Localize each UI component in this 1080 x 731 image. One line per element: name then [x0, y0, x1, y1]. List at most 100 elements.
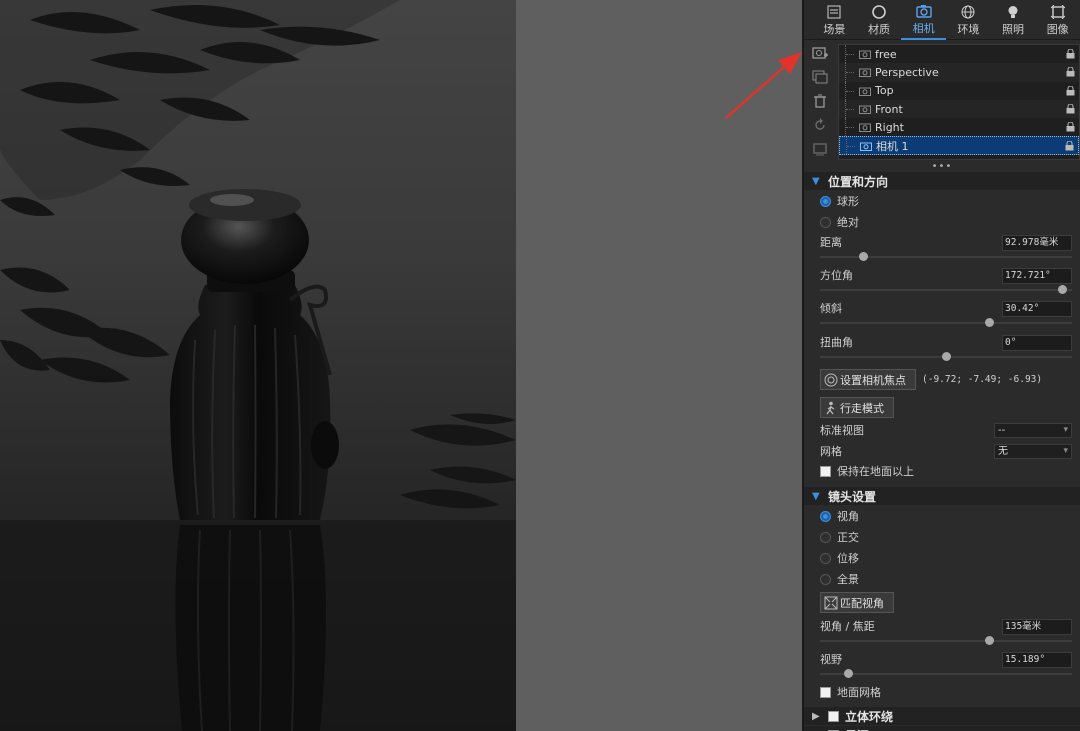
- annotation-arrow: [725, 52, 802, 119]
- camera-name: Right: [875, 120, 904, 134]
- duplicate-camera-button[interactable]: [804, 65, 836, 89]
- lock-icon[interactable]: [1066, 103, 1075, 114]
- distance-slider[interactable]: [820, 252, 1072, 262]
- lock-icon[interactable]: [1066, 49, 1075, 59]
- section-position[interactable]: ▼ 位置和方向: [804, 172, 1080, 190]
- checkbox[interactable]: [820, 465, 831, 477]
- camera-name: Top: [875, 84, 894, 98]
- tab-image[interactable]: 图像: [1035, 0, 1080, 40]
- twist-input[interactable]: 0°: [1002, 335, 1072, 351]
- ground-grid-checkbox[interactable]: 地面网格: [820, 684, 881, 700]
- checkbox-label: 地面网格: [837, 686, 881, 699]
- tilt-input[interactable]: 30.42°: [1002, 301, 1072, 317]
- radio-button[interactable]: [820, 573, 831, 585]
- render-viewport[interactable]: [0, 0, 516, 731]
- tree-connector: [845, 45, 855, 64]
- set-focus-button[interactable]: 设置相机焦点: [820, 369, 916, 390]
- delete-icon: [814, 94, 826, 108]
- tab-camera[interactable]: 相机: [901, 0, 947, 40]
- focal-slider[interactable]: [820, 636, 1072, 646]
- tab-label: 环境: [957, 22, 980, 36]
- lock-icon[interactable]: [1066, 122, 1075, 132]
- camera-icon: [859, 123, 871, 133]
- camera-name: free: [875, 47, 897, 61]
- focal-length-input[interactable]: 135毫米: [1002, 619, 1072, 635]
- section-next[interactable]: ▼ 景深: [804, 726, 1080, 731]
- fov-slider[interactable]: [820, 669, 1072, 679]
- slider-thumb[interactable]: [1057, 285, 1067, 294]
- distance-input[interactable]: 92.978毫米: [1002, 235, 1072, 251]
- azimuth-label: 方位角: [820, 269, 853, 282]
- keep-above-ground-checkbox[interactable]: 保持在地面以上: [820, 463, 914, 479]
- section-title: 立体环绕: [845, 709, 894, 724]
- lock-icon[interactable]: [1066, 85, 1075, 96]
- slider-track: [820, 256, 1072, 258]
- section-lens[interactable]: ▼ 镜头设置: [804, 487, 1080, 505]
- camera-list-item[interactable]: Right: [839, 118, 1079, 137]
- slider-thumb[interactable]: [984, 318, 994, 327]
- radio-fov[interactable]: 视角: [820, 507, 859, 525]
- slider-thumb[interactable]: [984, 636, 994, 645]
- camera-name: Front: [875, 102, 903, 116]
- material-icon: [870, 4, 888, 20]
- section-title: 景深: [845, 727, 869, 731]
- tab-lighting[interactable]: 照明: [991, 0, 1036, 40]
- radio-panorama[interactable]: 全景: [820, 570, 859, 588]
- lighting-icon: [1004, 4, 1022, 20]
- reset-camera-button[interactable]: [804, 113, 836, 137]
- checkbox[interactable]: [820, 686, 831, 698]
- radio-orthographic[interactable]: 正交: [820, 528, 859, 546]
- camera-icon: [859, 68, 871, 78]
- lock-icon[interactable]: [1066, 67, 1075, 77]
- camera-list-item[interactable]: Front: [839, 99, 1079, 119]
- camera-icon: [859, 105, 871, 115]
- standard-view-select[interactable]: --: [994, 423, 1072, 438]
- section-stereo[interactable]: ▶ 立体环绕: [804, 707, 1080, 725]
- walk-icon: [824, 401, 838, 415]
- camera-icon: [859, 50, 871, 60]
- more-indicator[interactable]: •••: [804, 162, 1080, 172]
- fov-label: 视野: [820, 653, 842, 666]
- radio-button[interactable]: [820, 216, 831, 228]
- slider-track: [820, 640, 1072, 642]
- radio-button[interactable]: [820, 195, 831, 207]
- match-view-button[interactable]: 匹配视角: [820, 592, 894, 613]
- save-view-button[interactable]: [804, 137, 836, 161]
- twist-slider[interactable]: [820, 352, 1072, 362]
- radio-absolute[interactable]: 绝对: [820, 213, 859, 231]
- tilt-slider[interactable]: [820, 318, 1072, 328]
- camera-list-item[interactable]: free: [839, 45, 1079, 64]
- slider-thumb[interactable]: [942, 352, 951, 361]
- camera-list-item[interactable]: Perspective: [839, 63, 1079, 82]
- tab-scene[interactable]: 场景: [812, 0, 857, 40]
- slider-thumb[interactable]: [858, 252, 868, 261]
- tab-material[interactable]: 材质: [857, 0, 902, 40]
- radio-button[interactable]: [820, 552, 831, 564]
- grid-select[interactable]: 无: [994, 444, 1072, 459]
- stereo-checkbox[interactable]: [828, 710, 839, 722]
- camera-tools: [804, 41, 836, 161]
- radio-button[interactable]: [820, 531, 831, 543]
- chevron-right-icon: ▶: [812, 710, 820, 722]
- slider-thumb[interactable]: [843, 669, 853, 678]
- camera-list-item[interactable]: Top: [839, 81, 1079, 100]
- tree-connector: [845, 63, 855, 82]
- add-camera-button[interactable]: [804, 41, 836, 65]
- lock-icon[interactable]: [1065, 141, 1074, 151]
- radio-spherical[interactable]: 球形: [820, 192, 859, 210]
- scene-render: [0, 0, 516, 731]
- save-view-icon: [813, 143, 827, 156]
- camera-list-item[interactable]: 相机 1: [839, 136, 1079, 155]
- delete-camera-button[interactable]: [804, 89, 836, 113]
- radio-button[interactable]: [820, 510, 831, 522]
- camera-list[interactable]: free Perspective Top Front Right 相机 1: [838, 44, 1080, 160]
- azimuth-input[interactable]: 172.721°: [1002, 268, 1072, 284]
- tab-environment[interactable]: 环境: [946, 0, 991, 40]
- tab-label: 相机: [912, 21, 935, 35]
- walk-mode-button[interactable]: 行走模式: [820, 397, 894, 418]
- radio-label: 全景: [837, 573, 859, 586]
- camera-icon: [860, 142, 872, 151]
- azimuth-slider[interactable]: [820, 285, 1072, 295]
- fov-input[interactable]: 15.189°: [1002, 652, 1072, 668]
- radio-shift[interactable]: 位移: [820, 549, 859, 567]
